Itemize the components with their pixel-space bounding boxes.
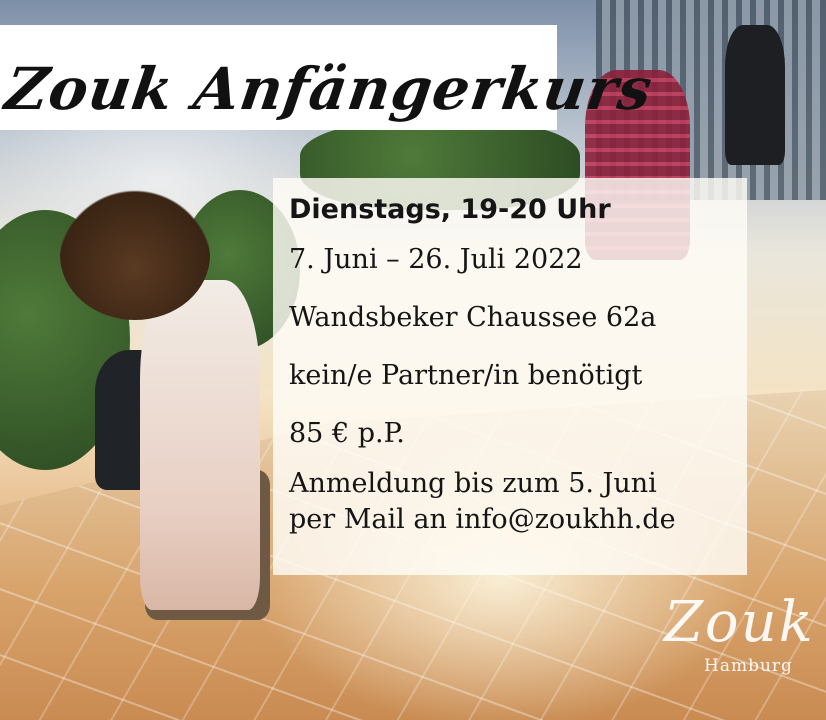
dates-text: 7. Juni – 26. Juli 2022: [289, 244, 583, 275]
logo-word: Zouk: [664, 590, 815, 655]
dancer-background: [725, 25, 785, 165]
registration-deadline-text: Anmeldung bis zum 5. Juni: [289, 468, 657, 499]
logo-subtitle: Hamburg: [704, 656, 793, 676]
course-info-box: Dienstags, 19-20 Uhr 7. Juni – 26. Juli …: [273, 178, 747, 575]
registration-email-text: per Mail an info@zoukhh.de: [289, 504, 676, 535]
price-text: 85 € p.P.: [289, 418, 405, 449]
address-text: Wandsbeker Chaussee 62a: [289, 302, 657, 333]
title-banner: Zouk Anfängerkurs: [0, 25, 657, 130]
dancer-woman-hair: [60, 190, 210, 320]
schedule-text: Dienstags, 19-20 Uhr: [289, 194, 611, 225]
dancer-woman-dress: [140, 280, 260, 610]
partner-text: kein/e Partner/in benötigt: [289, 360, 643, 391]
zouk-hamburg-logo: Zouk Hamburg: [660, 590, 813, 690]
page-title: Zouk Anfängerkurs: [1, 55, 657, 123]
